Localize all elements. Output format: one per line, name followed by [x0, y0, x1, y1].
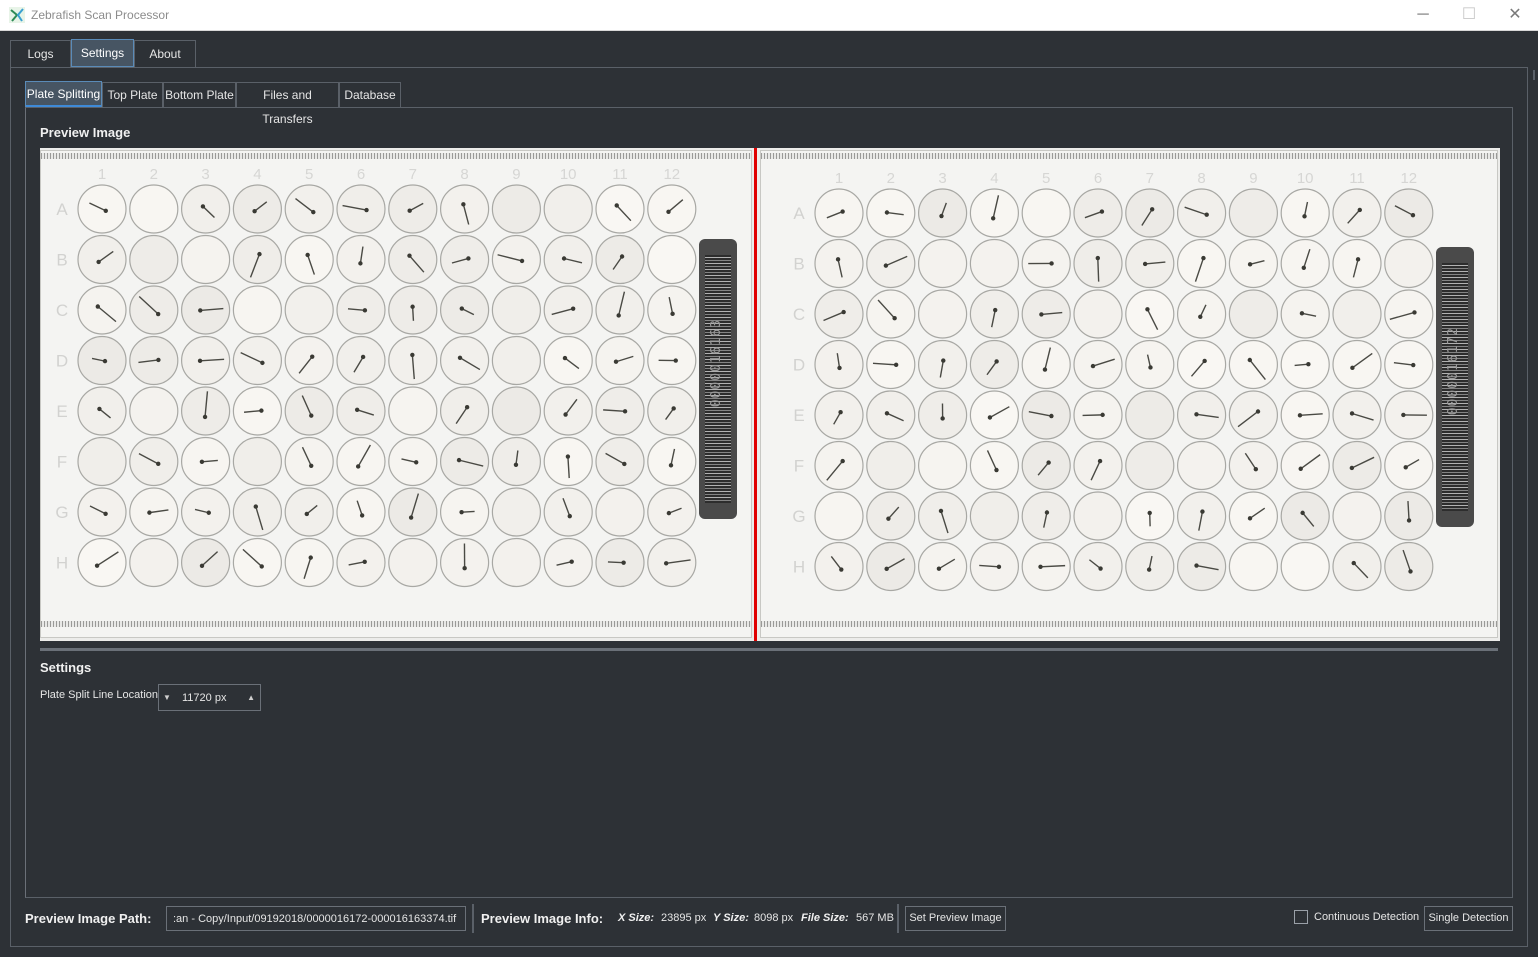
svg-text:D: D — [793, 356, 805, 375]
svg-text:10: 10 — [1297, 170, 1314, 187]
svg-text:F: F — [794, 457, 804, 476]
svg-text:12: 12 — [1400, 170, 1417, 187]
plate-split-line[interactable] — [754, 148, 757, 641]
svg-text:4: 4 — [990, 170, 998, 187]
preview-path-input[interactable]: :an - Copy/Input/09192018/0000016172-000… — [166, 906, 466, 931]
svg-text:A: A — [56, 200, 68, 219]
separator — [472, 904, 474, 933]
tab-bottom-plate[interactable]: Bottom Plate — [163, 82, 236, 107]
svg-text:6: 6 — [357, 166, 365, 183]
minimize-button[interactable]: ─ — [1400, 0, 1446, 30]
preview-image[interactable]: 1 2 3 4 5 6 7 8 9 10 11 12 A B C D E F G H 0000016163 12345… — [40, 148, 1500, 641]
svg-text:11: 11 — [612, 166, 628, 183]
tab-top-plate[interactable]: Top Plate — [102, 82, 163, 107]
svg-text:2: 2 — [887, 170, 895, 187]
split-line-spinbox[interactable]: ▼ 11720 px ▲ — [158, 684, 261, 711]
preview-divider — [40, 648, 1498, 651]
svg-text:10: 10 — [560, 166, 577, 183]
settings-heading: Settings — [40, 660, 92, 675]
y-size-value: 8098 px — [754, 912, 794, 924]
svg-text:C: C — [793, 305, 805, 324]
title-bar: Zebrafish Scan Processor ─ ☐ ✕ — [0, 0, 1538, 31]
svg-text:5: 5 — [305, 166, 313, 183]
split-line-label: Plate Split Line Location — [40, 689, 159, 701]
preview-image-heading: Preview Image — [40, 125, 131, 140]
svg-text:12: 12 — [663, 166, 680, 183]
preview-path-label: Preview Image Path: — [25, 911, 152, 926]
svg-text:1: 1 — [835, 170, 843, 187]
x-size-label: X Size: — [618, 912, 655, 924]
svg-text:G: G — [55, 503, 68, 522]
svg-text:8: 8 — [1197, 170, 1205, 187]
svg-text:7: 7 — [409, 166, 417, 183]
split-line-value[interactable]: 11720 px — [182, 692, 226, 704]
spin-down-icon[interactable]: ▼ — [163, 693, 171, 702]
tab-database[interactable]: Database — [339, 82, 401, 107]
panel-edge — [1533, 70, 1535, 80]
svg-text:4: 4 — [253, 166, 261, 183]
svg-text:F: F — [57, 453, 67, 472]
svg-text:2: 2 — [150, 166, 158, 183]
file-size-label: File Size: — [801, 912, 849, 924]
svg-text:11: 11 — [1349, 170, 1365, 187]
left-plate-wells: 1 2 3 4 5 6 7 8 9 10 11 12ABCDEFGH — [55, 166, 697, 588]
left-plate: 1 2 3 4 5 6 7 8 9 10 11 12 A B C D E F G H 0000016163 — [40, 150, 752, 638]
svg-text:3: 3 — [938, 170, 946, 187]
svg-text:D: D — [56, 352, 68, 371]
svg-text:B: B — [56, 251, 67, 270]
svg-text:1: 1 — [98, 166, 106, 183]
x-size-value: 23895 px — [661, 912, 707, 924]
svg-text:5: 5 — [1042, 170, 1050, 187]
left-plate-barcode: 0000016163 — [699, 239, 737, 519]
svg-text:6: 6 — [1094, 170, 1102, 187]
svg-text:E: E — [56, 402, 67, 421]
svg-text:3: 3 — [201, 166, 209, 183]
file-size-value: 567 MB — [856, 912, 894, 924]
tab-settings[interactable]: Settings — [71, 39, 134, 67]
continuous-detection-checkbox[interactable] — [1294, 910, 1308, 924]
tab-about[interactable]: About — [134, 40, 196, 67]
svg-text:H: H — [793, 558, 805, 577]
right-plate-wells: 1 2 3 4 5 6 7 8 9 10 11 12ABCDEFGH — [792, 170, 1434, 592]
zebrafish-app-icon — [9, 7, 25, 23]
maximize-button[interactable]: ☐ — [1446, 0, 1492, 30]
separator — [897, 904, 899, 933]
svg-text:C: C — [56, 301, 68, 320]
right-plate: 1 2 3 4 5 6 7 8 9 10 11 12 A B C D E F G H 0000016172 — [760, 150, 1498, 638]
close-button[interactable]: ✕ — [1492, 0, 1538, 30]
svg-text:7: 7 — [1146, 170, 1154, 187]
single-detection-button[interactable]: Single Detection — [1424, 906, 1513, 931]
tab-logs[interactable]: Logs — [10, 40, 71, 67]
right-plate-barcode: 0000016172 — [1436, 247, 1474, 527]
svg-text:B: B — [793, 255, 804, 274]
spin-up-icon[interactable]: ▲ — [247, 693, 255, 702]
svg-text:8: 8 — [460, 166, 468, 183]
window-title: Zebrafish Scan Processor — [31, 8, 170, 22]
svg-text:H: H — [56, 554, 68, 573]
svg-text:9: 9 — [1249, 170, 1257, 187]
svg-text:E: E — [793, 406, 804, 425]
svg-text:G: G — [792, 507, 805, 526]
y-size-label: Y Size: — [713, 912, 749, 924]
tab-plate-splitting[interactable]: Plate Splitting — [25, 81, 102, 107]
preview-info-label: Preview Image Info: — [481, 911, 604, 926]
continuous-detection-label[interactable]: Continuous Detection — [1314, 911, 1419, 923]
svg-text:9: 9 — [512, 166, 520, 183]
svg-text:A: A — [793, 204, 805, 223]
tab-files-and-transfers[interactable]: Files and Transfers — [236, 82, 339, 126]
set-preview-image-button[interactable]: Set Preview Image — [905, 906, 1006, 931]
